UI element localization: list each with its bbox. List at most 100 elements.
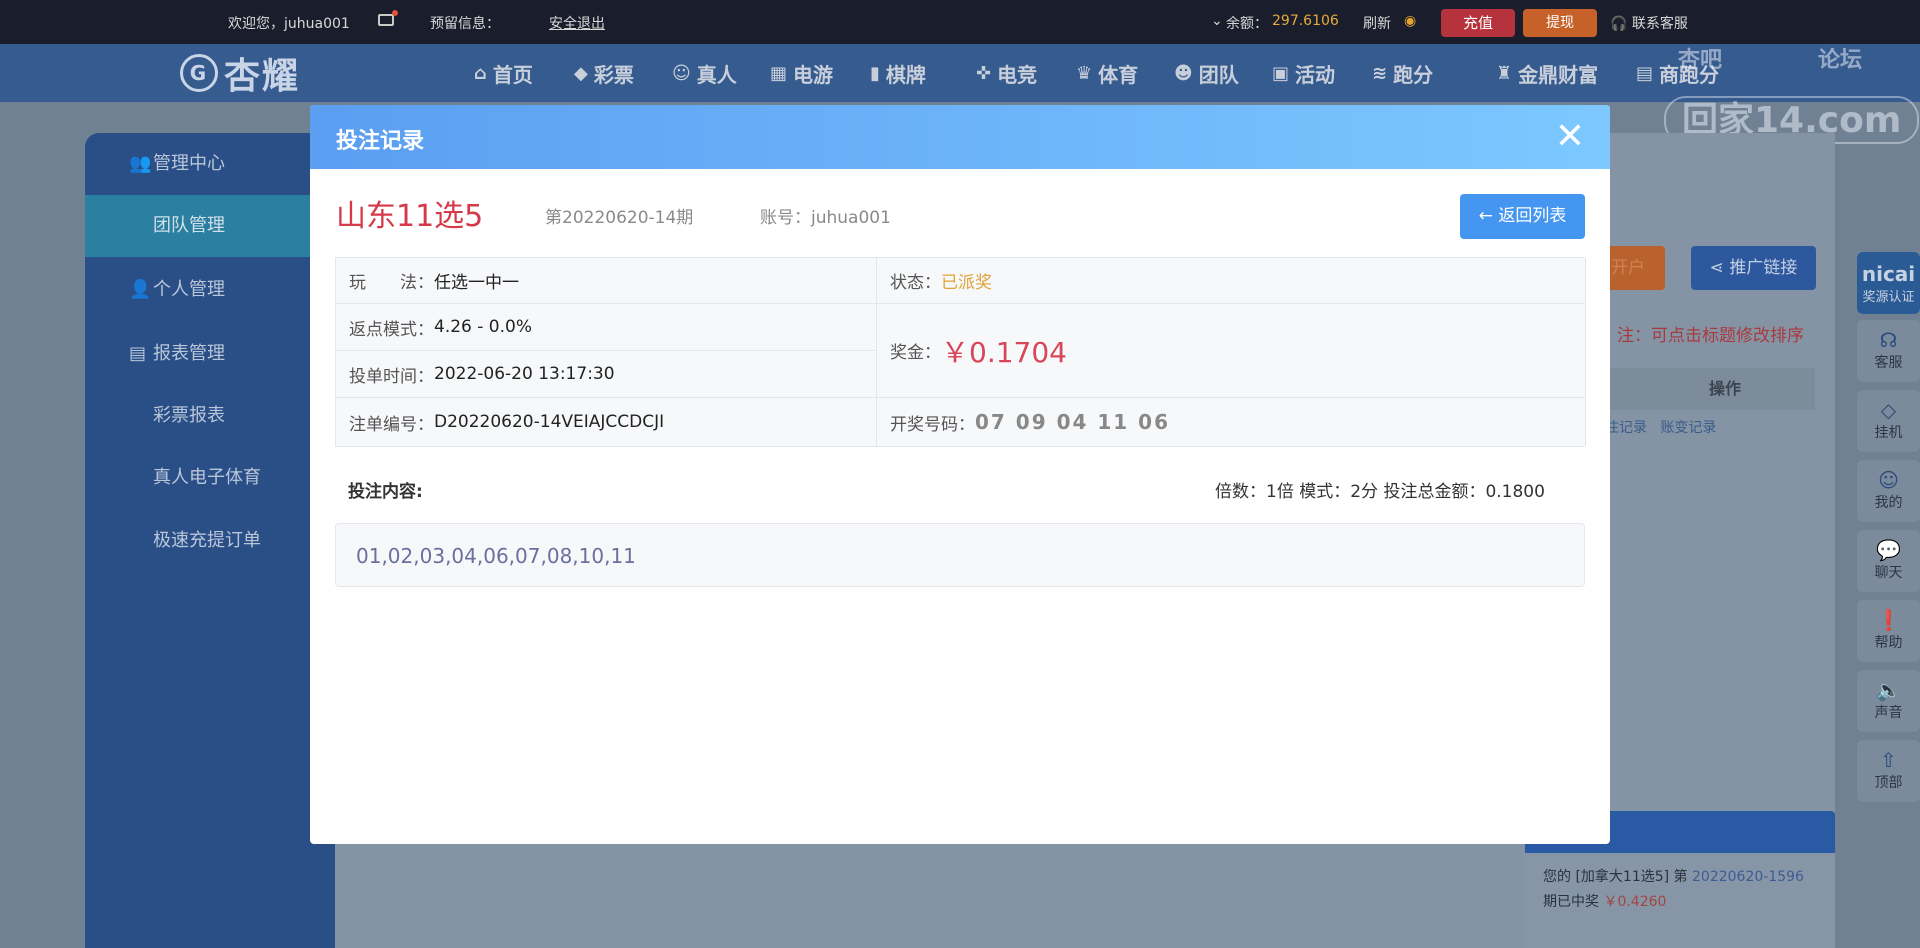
bet-detail-table: 玩 法： 任选一中一 状态： 已派奖 返点模式： 4.26 - 0.0% 投单时间： 2… (335, 257, 1586, 447)
toolbar-help[interactable]: ❗ 帮助 (1857, 600, 1920, 662)
toolbar-top[interactable]: ⇧ 顶部 (1857, 740, 1920, 802)
share-icon: ⋖ (1709, 258, 1724, 278)
refresh-button[interactable]: 刷新 (1363, 13, 1391, 33)
balance-label: 余额： (1226, 16, 1268, 32)
report-icon: ▤ (129, 343, 147, 364)
home-icon: ⌂ (474, 62, 487, 84)
gamepad-icon: ✜ (976, 62, 992, 84)
nav-item-slots[interactable]: ▦ 电游 (770, 61, 833, 87)
toolbar-sound[interactable]: 🔈 声音 (1857, 670, 1920, 732)
chat-icon: 💬 (1876, 538, 1901, 562)
notice-issue[interactable]: 20220620-1596 (1692, 869, 1804, 885)
notice-amount: ￥0.4260 (1603, 894, 1667, 910)
sidebar-item-lottery-report[interactable]: 彩票报表 (85, 385, 335, 447)
speaker-icon: 🔈 (1876, 678, 1901, 702)
nav-item-home[interactable]: ⌂ 首页 (474, 61, 533, 87)
toolbar-service[interactable]: ☊ 客服 (1857, 320, 1920, 382)
sidebar-item-fast-recharge-orders[interactable]: 极速充提订单 (85, 510, 335, 572)
toolbar-chat[interactable]: 💬 聊天 (1857, 530, 1920, 592)
mail-icon[interactable] (378, 10, 398, 26)
logout-link[interactable]: 安全退出 (549, 13, 605, 33)
toolbar-label: 顶部 (1874, 775, 1903, 791)
slot-icon: ▦ (770, 62, 788, 84)
sidebar-item-report-management[interactable]: ▤ 报表管理 (85, 323, 335, 385)
trophy-icon: ♛ (1076, 62, 1093, 84)
bet-content-label: 投注内容: (348, 482, 423, 502)
notice-text: 期已中奖 (1543, 894, 1604, 910)
top-bar: 欢迎您，juhua001 预留信息： 安全退出 ⌄ 余额： 297.6106 刷… (0, 0, 1920, 44)
status-cell: 状态： 已派奖 (877, 258, 1586, 304)
time-label: 投单时间： (349, 366, 434, 387)
promo-link-button[interactable]: ⋖ 推广链接 (1691, 246, 1816, 290)
play-label: 玩 法： (349, 273, 434, 293)
lottery-name: 山东11选5 (336, 199, 484, 234)
sort-hint: 注：可点击标题修改排序 (1617, 326, 1804, 346)
nav-item-label: 首页 (492, 62, 533, 87)
draw-cell: 开奖号码： 07 09 04 11 06 (877, 398, 1586, 446)
modal-header: 投注记录 ✕ (310, 105, 1610, 169)
sidebar-item-personal-management[interactable]: 👤 个人管理 (85, 259, 335, 321)
sidebar-item-live-sports[interactable]: 真人电子体育 (85, 447, 335, 509)
nicai-badge[interactable]: nicai 奖源认证 (1857, 252, 1920, 314)
nav-item-label: 跑分 (1393, 62, 1434, 87)
run-icon: ≋ (1372, 62, 1388, 84)
operation-links: 注记录 账变记录 (1605, 417, 1815, 437)
nav-item-team[interactable]: ☻ 团队 (1174, 61, 1239, 87)
reserved-info: 预留信息： (430, 16, 500, 32)
toolbar-label: 帮助 (1874, 635, 1903, 651)
headset-icon: ☊ (1879, 328, 1898, 352)
logo-badge-icon: G (180, 54, 218, 92)
sidebar-item-label: 真人电子体育 (153, 467, 261, 488)
nav-item-label: 彩票 (593, 62, 634, 87)
draw-label: 开奖号码： (890, 414, 975, 435)
contact-service-link[interactable]: 🎧 联系客服 (1610, 13, 1688, 33)
notice-line-1: 您的 [加拿大11选5] 第 20220620-1596 (1543, 865, 1817, 890)
back-to-list-button[interactable]: ← 返回列表 (1460, 194, 1585, 239)
withdraw-button[interactable]: 提现 (1523, 9, 1597, 37)
users-icon: 👥 (129, 153, 152, 174)
nav-item-sports[interactable]: ♛ 体育 (1076, 61, 1138, 87)
sidebar-item-label: 彩票报表 (153, 405, 225, 426)
status-label: 状态： (890, 273, 941, 293)
prize-label: 奖金： (890, 343, 941, 363)
time-value: 2022-06-20 13:17:30 (434, 364, 615, 384)
logo[interactable]: G 杏耀 (180, 50, 301, 97)
team-icon: ☻ (1174, 62, 1193, 84)
sidebar-item-team-management[interactable]: 团队管理 (85, 195, 335, 257)
operation-header: 操作 (1605, 368, 1815, 410)
toolbar-label: 客服 (1874, 355, 1903, 371)
toolbar-label: 挂机 (1874, 425, 1903, 441)
recharge-button[interactable]: 充值 (1441, 9, 1515, 37)
toolbar-mine[interactable]: ☺ 我的 (1857, 460, 1920, 522)
chevron-down-icon[interactable]: ⌄ (1211, 13, 1223, 29)
nav-item-jinding[interactable]: ♜ 金鼎财富 (1496, 61, 1598, 87)
nav-item-label: 真人 (696, 62, 737, 87)
arrow-left-icon: ← (1478, 206, 1493, 226)
nav-item-runscore[interactable]: ≋ 跑分 (1372, 61, 1434, 87)
nav-item-live[interactable]: ☺ 真人 (672, 61, 737, 87)
draw-value: 07 09 04 11 06 (975, 410, 1171, 434)
modal-title: 投注记录 (336, 129, 425, 154)
nav-item-label: 团队 (1198, 62, 1239, 87)
balance-change-link[interactable]: 账变记录 (1660, 420, 1716, 436)
bet-summary: 倍数：1倍 模式：2分 投注总金额：0.1800 (1215, 482, 1545, 502)
nav-item-activity[interactable]: ▣ 活动 (1272, 61, 1335, 87)
close-icon[interactable]: ✕ (1550, 117, 1590, 157)
toolbar-label: 我的 (1874, 495, 1903, 511)
order-value: D20220620-14VEIAJCCDCJI (434, 412, 665, 432)
sidebar-item-management-center[interactable]: 👥 管理中心 (85, 133, 335, 195)
bet-record-modal: 投注记录 ✕ 山东11选5 第20220620-14期 账号：juhua001 … (310, 105, 1610, 844)
nav-item-cards[interactable]: ▮ 棋牌 (870, 61, 926, 87)
nav-item-label: 棋牌 (885, 62, 926, 87)
eye-hidden-icon[interactable]: ◉ (1404, 13, 1424, 29)
nav-item-lottery[interactable]: ◆ 彩票 (574, 61, 634, 87)
nav-item-label: 电竞 (997, 62, 1038, 87)
toolbar-label: 声音 (1874, 705, 1903, 721)
logo-text: 杏耀 (224, 56, 301, 97)
bet-record-link[interactable]: 注记录 (1605, 420, 1647, 436)
balance-value: 297.6106 (1272, 13, 1339, 29)
toolbar-autobet[interactable]: ◇ 挂机 (1857, 390, 1920, 452)
status-value: 已派奖 (941, 273, 992, 293)
open-account-button[interactable]: 开户 (1605, 246, 1665, 290)
nav-item-esports[interactable]: ✜ 电竞 (976, 61, 1038, 87)
